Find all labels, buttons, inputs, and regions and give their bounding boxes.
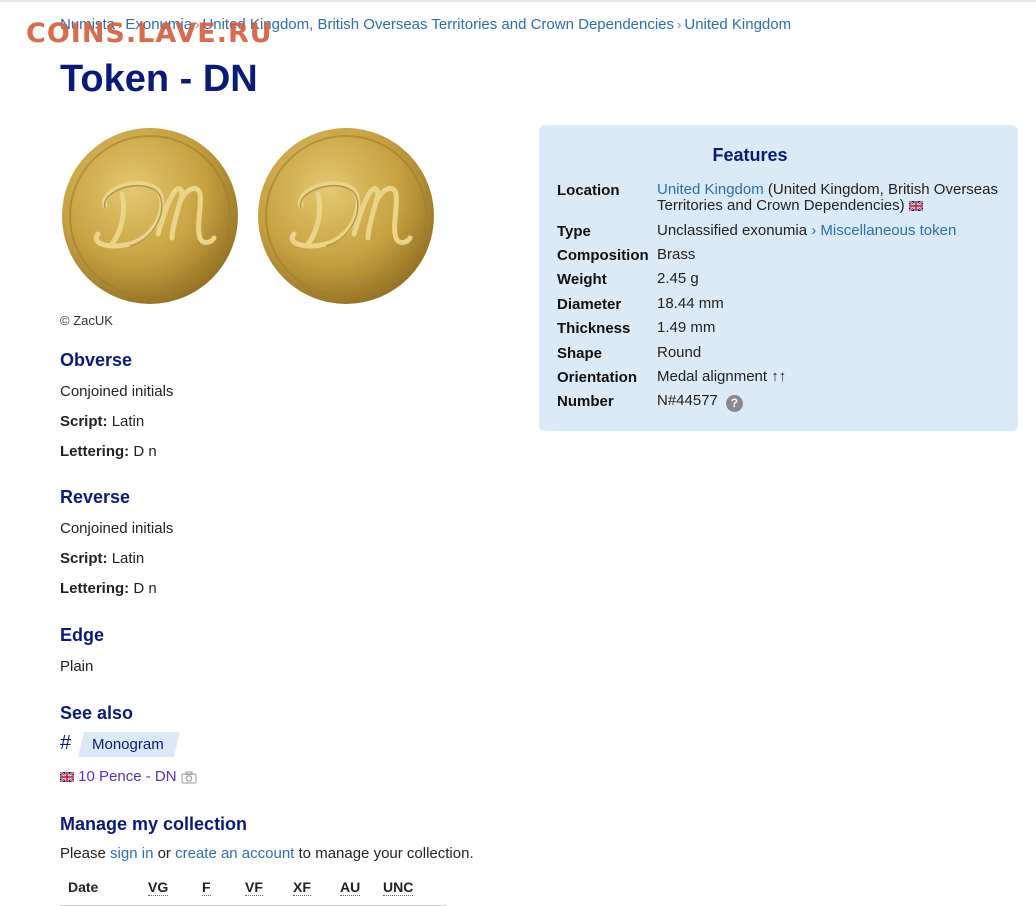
feature-label: Shape [557, 345, 603, 362]
feature-label: Thickness [557, 320, 631, 337]
obverse-script: Script: Latin [60, 413, 173, 431]
collection-text-or: or [157, 845, 171, 862]
feature-label: Diameter [557, 296, 622, 313]
page-title: Token - DN [60, 58, 258, 100]
feature-value: Medal alignment ↑↑ [657, 368, 787, 385]
create-account-link[interactable]: create an account [175, 845, 294, 862]
grade-unc[interactable]: UNC [383, 879, 414, 896]
reverse-description: Conjoined initials [60, 520, 174, 537]
feature-label: Weight [557, 271, 607, 288]
grade-vg[interactable]: VG [148, 879, 169, 896]
feature-label: Composition [557, 247, 649, 264]
script-value: Latin [111, 550, 145, 567]
breadcrumb-separator: › [677, 17, 682, 32]
type-separator: › [811, 222, 817, 239]
obverse-coin-image[interactable] [60, 126, 240, 306]
grade-f[interactable]: F [202, 879, 211, 896]
script-label: Script: [60, 413, 108, 430]
related-coin-link[interactable]: 10 Pence - DN [78, 768, 176, 785]
feature-label: Location [557, 182, 620, 199]
see-also-heading: See also [60, 703, 134, 723]
grade-date: Date [68, 879, 99, 895]
obverse-description: Conjoined initials [60, 383, 174, 400]
collection-heading: Manage my collection [60, 814, 248, 834]
breadcrumb-uk-territories[interactable]: United Kingdom, British Overseas Territo… [202, 16, 674, 33]
lettering-label: Lettering: [60, 443, 130, 460]
help-icon[interactable]: ? [725, 395, 743, 412]
top-border [0, 0, 1036, 2]
lettering-value: D n [133, 443, 157, 460]
reverse-coin-image[interactable] [256, 126, 436, 306]
feature-value: United Kingdom (United Kingdom, British … [657, 182, 1007, 214]
feature-label: Number [557, 393, 614, 410]
collection-text-after: to manage your collection. [298, 845, 474, 862]
type-link[interactable]: Miscellaneous token [820, 222, 956, 239]
see-also-section: See also [60, 703, 133, 724]
feature-value: N#44577? [657, 393, 1007, 412]
feature-value: Brass [657, 246, 696, 263]
script-value: Latin [111, 413, 145, 430]
features-panel: Features Location United Kingdom (United… [539, 125, 1018, 431]
camera-icon [181, 771, 197, 784]
uk-flag-icon [60, 772, 74, 782]
script-label: Script: [60, 550, 108, 567]
sign-in-link[interactable]: sign in [110, 845, 153, 862]
uk-flag-icon [908, 201, 923, 211]
obverse-heading: Obverse [60, 350, 133, 370]
image-copyright: © ZacUK [60, 313, 113, 328]
reverse-script: Script: Latin [60, 550, 173, 568]
watermark: COINS.LAVE.RU [26, 18, 273, 49]
edge-value: Plain [60, 658, 94, 675]
grade-vf[interactable]: VF [245, 879, 263, 896]
grade-xf[interactable]: XF [293, 879, 311, 896]
grade-table-header: Date VG F VF XF AU UNC [60, 879, 446, 906]
collection-text-before: Please [60, 845, 106, 862]
lettering-value: D n [133, 580, 157, 597]
collection-section: Manage my collection [60, 814, 247, 835]
grade-au[interactable]: AU [340, 879, 361, 896]
number-value: N#44577 [657, 392, 718, 409]
feature-value: 1.49 mm [657, 319, 716, 336]
reverse-section: Reverse Conjoined initials Script: Latin… [60, 487, 173, 598]
feature-value: Unclassified exonumia › Miscellaneous to… [657, 223, 1007, 239]
location-link[interactable]: United Kingdom [657, 181, 764, 198]
collection-text: Please sign in or create an account to m… [60, 845, 474, 862]
feature-label: Orientation [557, 369, 638, 386]
type-value: Unclassified exonumia [657, 222, 808, 239]
features-heading: Features [712, 145, 788, 165]
edge-section: Edge Plain [60, 625, 104, 676]
tag-monogram[interactable]: Monogram [78, 732, 180, 757]
reverse-lettering: Lettering: D n [60, 580, 173, 598]
hash-icon: # [60, 732, 72, 754]
edge-heading: Edge [60, 625, 105, 645]
feature-value: 2.45 g [657, 270, 699, 287]
obverse-section: Obverse Conjoined initials Script: Latin… [60, 350, 173, 461]
lettering-label: Lettering: [60, 580, 130, 597]
breadcrumb-united-kingdom[interactable]: United Kingdom [684, 16, 791, 33]
feature-label: Type [557, 223, 591, 240]
feature-value: Round [657, 344, 702, 361]
related-coin: 10 Pence - DN [60, 768, 197, 785]
reverse-heading: Reverse [60, 487, 131, 507]
feature-value: 18.44 mm [657, 295, 724, 312]
obverse-lettering: Lettering: D n [60, 443, 173, 461]
